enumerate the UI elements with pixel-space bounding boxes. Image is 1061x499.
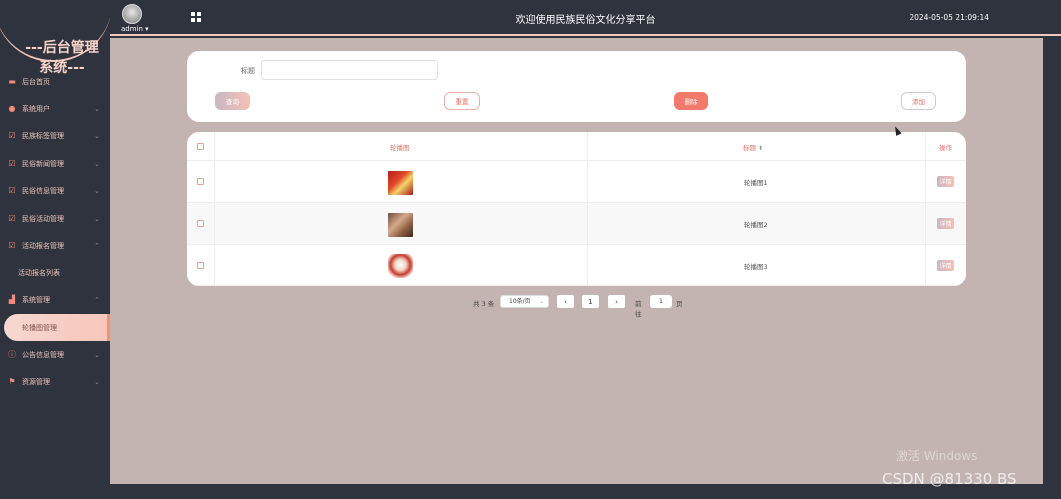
chevron-down-icon: ⌄: [94, 378, 100, 387]
windows-activation-watermark: 激活 Windows: [896, 449, 978, 463]
column-header-title-label: 标题: [743, 144, 756, 152]
chevron-down-icon: ⌄: [94, 105, 100, 114]
row-checkbox[interactable]: [197, 262, 204, 269]
header-datetime: 2024-05-05 21:09:14: [909, 13, 989, 22]
add-button[interactable]: 添加: [901, 92, 936, 110]
row-checkbox[interactable]: [197, 178, 204, 185]
sort-icon[interactable]: ⬍: [758, 145, 763, 152]
column-header-actions: 操作: [939, 144, 952, 152]
column-divider: [214, 132, 215, 286]
sidebar-item-label: 系统管理: [22, 296, 50, 305]
table-row: 轮播图3 详情: [187, 245, 966, 286]
sidebar-item-label: 活动报名管理: [22, 242, 64, 251]
sidebar-item-users[interactable]: ● 系统用户 ⌄: [0, 95, 110, 122]
row-title: 轮播图1: [744, 179, 768, 187]
checklist-icon: ☑: [8, 131, 16, 141]
sidebar-item-folk-activity[interactable]: ☑ 民俗活动管理 ⌄: [0, 205, 110, 232]
sidebar-subitem-label: 活动报名列表: [18, 269, 60, 278]
column-divider: [925, 132, 926, 286]
user-icon: ●: [8, 104, 16, 114]
chevron-down-icon: ⌄: [94, 214, 100, 223]
detail-button[interactable]: 详情: [937, 260, 954, 271]
checklist-icon: ☑: [8, 213, 16, 223]
column-header-title[interactable]: 标题 ⬍: [743, 142, 763, 152]
sidebar-item-activity-signup[interactable]: ☑ 活动报名管理 ⌃: [0, 232, 110, 259]
next-page-button[interactable]: ›: [608, 295, 625, 308]
carousel-thumbnail: [388, 254, 413, 278]
sidebar: ---后台管理 系统--- ▬ 后台首页 ● 系统用户 ⌄ ☑ 民族标签管理 ⌄…: [0, 0, 112, 499]
checklist-icon: ☑: [8, 186, 16, 196]
chevron-down-icon: ⌄: [94, 132, 100, 141]
sidebar-item-ethnic-tags[interactable]: ☑ 民族标签管理 ⌄: [0, 123, 110, 150]
page-number-button[interactable]: 1: [582, 295, 599, 308]
column-header-carousel: 轮播图: [390, 144, 410, 152]
goto-label: 前往: [635, 300, 642, 318]
page-size-select[interactable]: 10条/页 ⌄: [500, 295, 549, 308]
sidebar-item-label: 资源管理: [22, 378, 50, 387]
table-header-row: 轮播图 标题 ⬍ 操作: [187, 132, 966, 161]
query-button[interactable]: 查询: [215, 92, 250, 110]
user-dropdown[interactable]: admin ▾: [121, 25, 149, 33]
total-count: 共 3 条: [473, 300, 495, 308]
checklist-icon: ☑: [8, 158, 16, 168]
csdn-watermark: CSDN @81330 BS: [882, 470, 1017, 488]
title-input[interactable]: [261, 60, 438, 80]
sidebar-item-resources[interactable]: ⚑ 资源管理 ⌄: [0, 369, 110, 396]
row-title: 轮播图3: [744, 263, 768, 271]
column-divider: [587, 132, 588, 286]
table-row: 轮播图1 详情: [187, 161, 966, 203]
detail-button[interactable]: 详情: [937, 176, 954, 187]
sidebar-item-label: 民俗信息管理: [22, 187, 64, 196]
table-row: 轮播图2 详情: [187, 203, 966, 245]
delete-button[interactable]: 删除: [674, 92, 708, 110]
chevron-down-icon: ⌄: [538, 298, 544, 305]
chevron-down-icon: ⌄: [94, 350, 100, 359]
sidebar-item-notices[interactable]: ⓘ 公告信息管理 ⌄: [0, 341, 110, 368]
row-title: 轮播图2: [744, 221, 768, 229]
main-content: 标题 查询 重置 删除 添加 轮播图 标题 ⬍ 操作 轮播图1 详情 轮播图2 详…: [110, 38, 1043, 484]
page-unit-label: 页: [676, 300, 683, 308]
sidebar-item-home[interactable]: ▬ 后台首页: [0, 68, 110, 95]
chevron-up-icon: ⌃: [94, 242, 100, 251]
sidebar-item-label: 后台首页: [22, 77, 50, 86]
sidebar-item-label: 民俗新闻管理: [22, 159, 64, 168]
chevron-down-icon: ⌄: [94, 187, 100, 196]
title-label: 标题: [241, 67, 255, 75]
logo-line-1: ---后台管理: [25, 40, 99, 56]
sidebar-subitem-label: 轮播图管理: [22, 323, 57, 332]
top-header: admin ▾ 欢迎使用民族民俗文化分享平台 2024-05-05 21:09:…: [110, 0, 1061, 36]
chevron-left-icon: ‹: [564, 297, 567, 306]
row-checkbox[interactable]: [197, 220, 204, 227]
sidebar-item-label: 民俗活动管理: [22, 214, 64, 223]
sidebar-item-label: 公告信息管理: [22, 350, 64, 359]
chart-icon: ▟: [8, 295, 16, 305]
sidebar-subitem-carousel[interactable]: 轮播图管理: [4, 314, 110, 342]
prev-page-button[interactable]: ‹: [557, 295, 574, 308]
data-table: 轮播图 标题 ⬍ 操作 轮播图1 详情 轮播图2 详情 轮播图3 详情: [187, 132, 966, 286]
goto-page-input[interactable]: 1: [650, 295, 672, 308]
flag-icon: ⚑: [8, 377, 16, 387]
monitor-icon: ▬: [8, 76, 16, 86]
page-size-value: 10条/页: [509, 298, 531, 305]
chevron-down-icon: ⌄: [94, 159, 100, 168]
reset-button[interactable]: 重置: [444, 92, 480, 110]
sidebar-item-system[interactable]: ▟ 系统管理 ⌃: [0, 287, 110, 314]
carousel-thumbnail: [388, 213, 413, 237]
caret-down-icon: ▾: [142, 25, 149, 33]
checklist-icon: ☑: [8, 241, 16, 251]
search-panel: 标题 查询 重置 删除 添加: [187, 51, 966, 122]
sidebar-subitem-signup-list[interactable]: 活动报名列表: [0, 260, 110, 287]
chevron-right-icon: ›: [615, 297, 618, 306]
chevron-up-icon: ⌃: [94, 296, 100, 305]
sidebar-item-label: 民族标签管理: [22, 132, 64, 141]
info-icon: ⓘ: [8, 349, 16, 359]
detail-button[interactable]: 详情: [937, 218, 954, 229]
sidebar-menu: ▬ 后台首页 ● 系统用户 ⌄ ☑ 民族标签管理 ⌄ ☑ 民俗新闻管理 ⌄ ☑ …: [0, 68, 110, 396]
username: admin: [121, 25, 143, 33]
sidebar-item-folk-info[interactable]: ☑ 民俗信息管理 ⌄: [0, 178, 110, 205]
carousel-thumbnail: [388, 171, 413, 195]
select-all-checkbox[interactable]: [197, 143, 204, 150]
sidebar-item-label: 系统用户: [22, 105, 50, 114]
sidebar-item-folk-news[interactable]: ☑ 民俗新闻管理 ⌄: [0, 150, 110, 177]
